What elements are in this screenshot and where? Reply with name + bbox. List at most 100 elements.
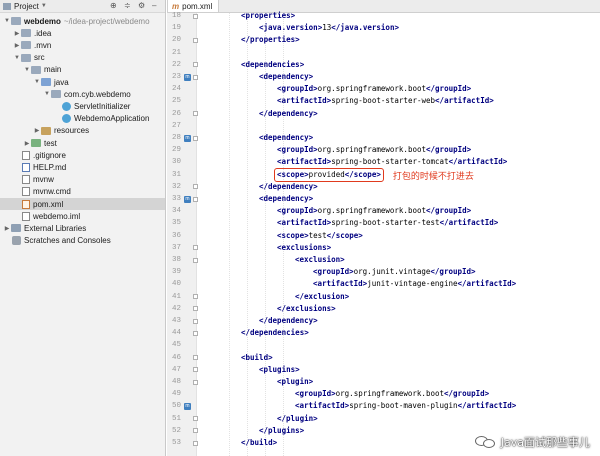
code-line[interactable]: <dependency> [259, 71, 313, 83]
code-line[interactable]: </properties> [241, 34, 300, 46]
code-line[interactable]: <java.version>13</java.version> [259, 22, 399, 34]
code-line[interactable]: <artifactId>spring-boot-maven-plugin</ar… [295, 400, 516, 412]
tree-item-main[interactable]: ▼ main [0, 64, 165, 76]
tree-item-pom-xml[interactable]: pom.xml [0, 198, 165, 210]
code-line[interactable]: </exclusions> [277, 303, 336, 315]
tree-item-servletinitializer[interactable]: ServletInitializer [0, 100, 165, 112]
tree-item-help-md[interactable]: HELP.md [0, 161, 165, 173]
expand-arrow-icon[interactable]: ▼ [13, 55, 21, 61]
xml-tag: <exclusions> [277, 242, 332, 252]
expand-arrow-icon[interactable]: ▼ [43, 91, 51, 97]
line-number: 30 [171, 158, 181, 167]
collapse-arrow-icon[interactable]: ▶ [23, 140, 31, 147]
xml-tag: <groupId> [295, 389, 336, 399]
gear-icon[interactable]: ⚙ [138, 1, 145, 10]
xml-tag: </dependency> [259, 108, 318, 118]
tree-item-webdemo[interactable]: ▼ webdemo ~/idea-project/webdemo [0, 15, 165, 27]
code-line[interactable]: </build> [241, 437, 277, 449]
tree-item-resources[interactable]: ▶ resources [0, 125, 165, 137]
code-line[interactable]: <artifactId>junit-vintage-engine</artifa… [313, 278, 516, 290]
tree-item-com-cyb-webdemo[interactable]: ▼ com.cyb.webdemo [0, 88, 165, 100]
code-line[interactable]: <groupId>org.springframework.boot</group… [295, 388, 489, 400]
line-number: 20 [171, 36, 181, 45]
code-line[interactable]: <groupId>org.springframework.boot</group… [277, 83, 471, 95]
code-line[interactable]: </dependency> [259, 108, 318, 120]
tree-item-label: pom.xml [33, 199, 64, 209]
code-line[interactable]: <plugin> [277, 376, 313, 388]
code-line[interactable]: <exclusion> [295, 254, 345, 266]
code-line[interactable]: <artifactId>spring-boot-starter-web</art… [277, 95, 494, 107]
tree-item-label: .mvn [34, 40, 52, 50]
code-line[interactable]: </plugin> [277, 413, 318, 425]
code-line[interactable]: <scope>test</scope> [277, 230, 363, 242]
tree-item-webdemoapplication[interactable]: WebdemoApplication [0, 113, 165, 125]
tree-item-webdemo-iml[interactable]: webdemo.iml [0, 210, 165, 222]
xml-tag: </artifactId> [439, 218, 499, 228]
project-title[interactable]: Project [14, 2, 39, 11]
maven-gutter-icon[interactable]: m [184, 134, 191, 142]
tree-item-label: main [44, 65, 62, 75]
expand-arrow-icon[interactable]: ▼ [33, 79, 41, 85]
collapse-arrow-icon[interactable]: ▶ [13, 30, 21, 37]
expand-arrow-icon[interactable]: ▼ [23, 67, 31, 73]
code-line[interactable]: <groupId>org.junit.vintage</groupId> [313, 266, 476, 278]
collapse-arrow-icon[interactable]: ▶ [33, 127, 41, 134]
code-line[interactable]: </dependencies> [241, 327, 309, 339]
tree-item-external-libraries[interactable]: ▶ External Libraries [0, 222, 165, 234]
maven-gutter-icon[interactable]: m [184, 402, 191, 410]
code-line[interactable]: </dependency> [259, 181, 318, 193]
xml-tag: </groupId> [430, 267, 476, 277]
code-area[interactable]: <properties> <java.version>13</java.versi… [198, 10, 598, 456]
project-view-icon[interactable] [3, 2, 11, 10]
split-icon[interactable]: ≑ [124, 1, 131, 10]
tree-item-java[interactable]: ▼ java [0, 76, 165, 88]
code-line[interactable]: <plugins> [259, 364, 300, 376]
line-number: 39 [171, 268, 181, 277]
indent-guide [247, 13, 248, 456]
maven-gutter-icon[interactable]: m [184, 195, 191, 203]
code-line[interactable]: <dependency> [259, 193, 313, 205]
code-line[interactable]: <build> [241, 352, 273, 364]
globe-icon[interactable]: ⊕ [110, 1, 117, 10]
code-line[interactable]: <groupId>org.springframework.boot</group… [277, 144, 471, 156]
expand-arrow-icon[interactable]: ▼ [3, 18, 11, 24]
project-toolbar: Project ▼ ⊕ ≑ ⚙ – [0, 0, 165, 13]
tree-item-scratches-and-consoles[interactable]: Scratches and Consoles [0, 235, 165, 247]
chevron-down-icon[interactable]: ▼ [41, 3, 47, 9]
tree-item-idea[interactable]: ▶ .idea [0, 27, 165, 39]
code-line[interactable]: <artifactId>spring-boot-starter-tomcat</… [277, 156, 507, 168]
tree-item-src[interactable]: ▼ src [0, 52, 165, 64]
code-line[interactable]: <dependency> [259, 132, 313, 144]
watermark-text: Java面试那些事儿 [500, 436, 590, 449]
code-line[interactable]: <artifactId>spring-boot-starter-test</ar… [277, 217, 498, 229]
xml-text: junit-vintage-engine [367, 279, 458, 289]
code-editor[interactable]: 18 19 20 21 22 23 m 24 25 26 27 28 m 29 30 31 32 33 m 34 35 3… [167, 10, 600, 456]
code-line[interactable]: <properties> [241, 10, 295, 22]
xml-tag: <artifactId> [295, 401, 350, 411]
line-number: 26 [171, 109, 181, 118]
tree-item-mvn[interactable]: ▶ .mvn [0, 39, 165, 51]
xml-tag: </groupId> [444, 389, 490, 399]
line-number: 52 [171, 426, 181, 435]
collapse-arrow-icon[interactable]: ▶ [13, 42, 21, 49]
line-number: 49 [171, 390, 181, 399]
file-icon [22, 211, 30, 221]
code-line[interactable]: </exclusion> [295, 291, 349, 303]
tree-item-test[interactable]: ▶ test [0, 137, 165, 149]
collapse-arrow-icon[interactable]: ▶ [3, 225, 11, 232]
tree-item-mvnw-cmd[interactable]: mvnw.cmd [0, 186, 165, 198]
xml-tag: <exclusion> [295, 255, 345, 264]
code-line[interactable]: </plugins> [259, 425, 304, 437]
xml-tag: <artifactId> [277, 157, 332, 167]
file-icon [22, 187, 30, 197]
code-line[interactable]: <exclusions> [277, 242, 331, 254]
code-line[interactable]: <groupId>org.springframework.boot</group… [277, 205, 471, 217]
xml-tag: </dependency> [259, 181, 318, 191]
code-line[interactable]: <dependencies> [241, 59, 304, 71]
tree-item-gitignore[interactable]: .gitignore [0, 149, 165, 161]
minimize-icon[interactable]: – [152, 1, 156, 10]
code-line[interactable]: </dependency> [259, 315, 318, 327]
scratch-icon [12, 236, 21, 246]
maven-gutter-icon[interactable]: m [184, 73, 191, 81]
tree-item-mvnw[interactable]: mvnw [0, 174, 165, 186]
